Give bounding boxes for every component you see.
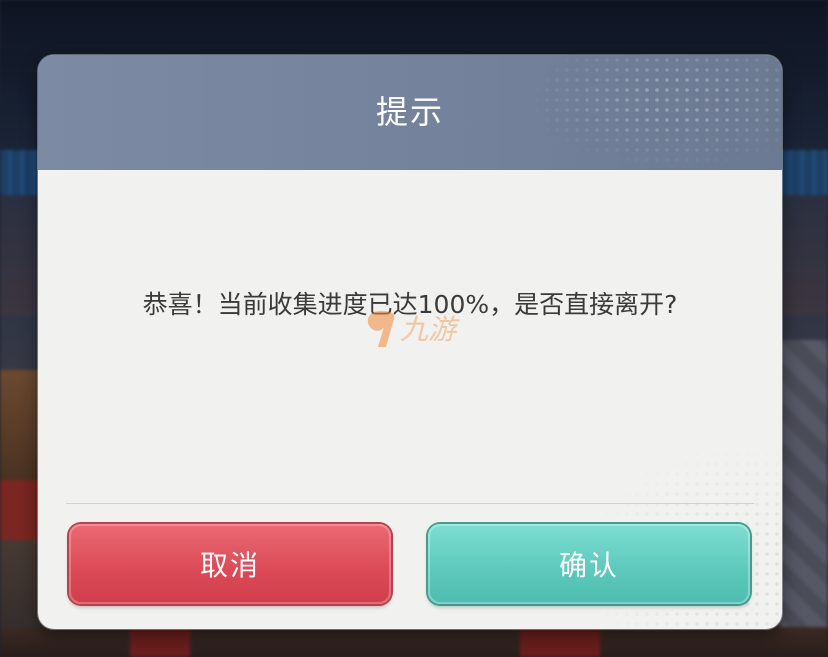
background-floor-bottom (0, 627, 828, 657)
confirm-dialog: 提示 恭喜！当前收集进度已达100%，是否直接离开? 九游 取消 确认 (38, 55, 782, 629)
background-floor (780, 340, 828, 657)
background-crate (0, 370, 40, 480)
cancel-button[interactable]: 取消 (69, 524, 391, 604)
background-red-object (0, 480, 40, 540)
dialog-divider (66, 503, 754, 504)
confirm-button[interactable]: 确认 (428, 524, 750, 604)
dialog-message: 恭喜！当前收集进度已达100%，是否直接离开? (142, 290, 678, 319)
background-red-object (520, 627, 600, 657)
background-roof-left (0, 150, 40, 195)
dialog-header: 提示 (38, 55, 782, 170)
background-wall-right (780, 195, 828, 315)
background-roof-right (780, 150, 828, 195)
background-red-object (130, 627, 190, 657)
dialog-title: 提示 (375, 93, 444, 131)
background-wall-left (0, 195, 40, 315)
